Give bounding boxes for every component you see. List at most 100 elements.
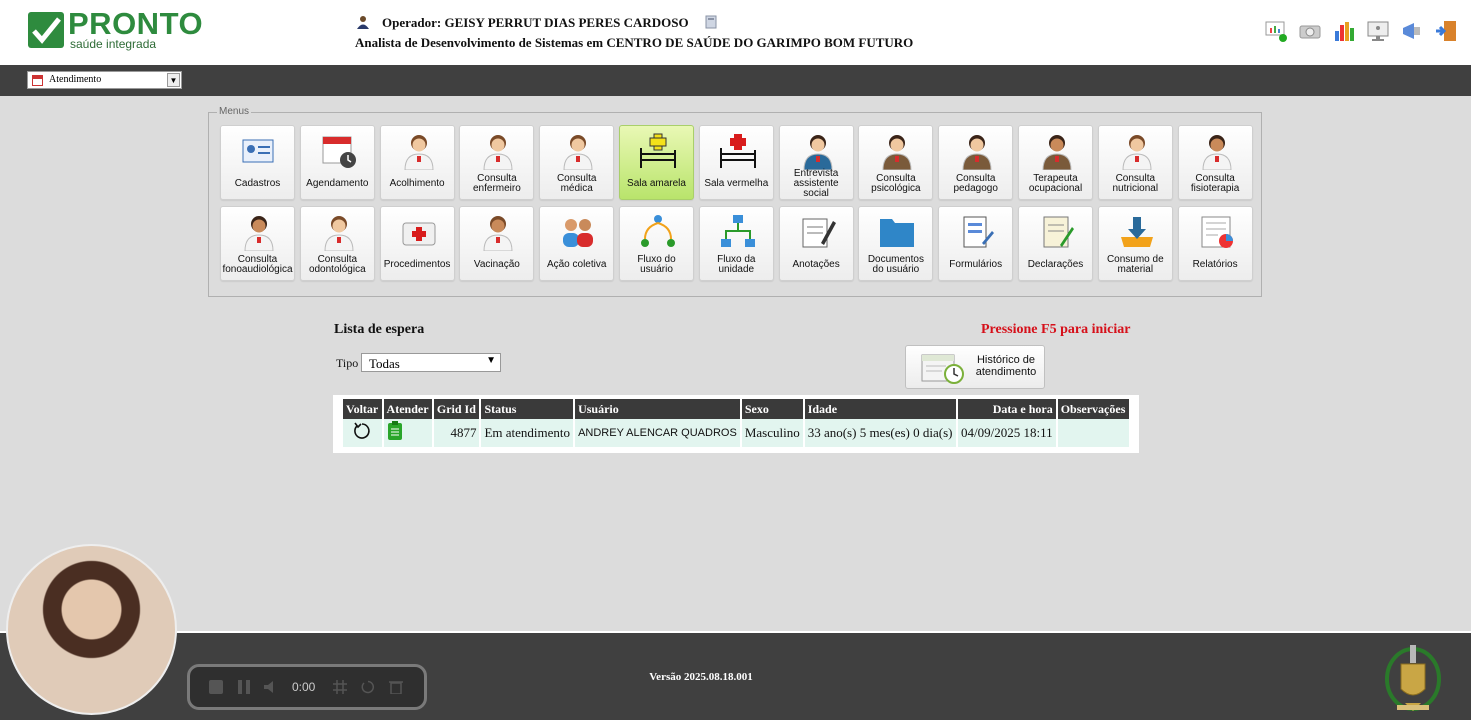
history-button[interactable]: Histórico de atendimento — [905, 345, 1045, 389]
megaphone-icon[interactable] — [1400, 19, 1424, 43]
notes-pencil-icon — [799, 213, 837, 251]
menu-tile-label: Consulta fonoaudiológica — [222, 254, 293, 275]
presentation-chart-icon[interactable] — [1264, 19, 1288, 43]
chevron-down-icon[interactable]: ▼ — [167, 73, 180, 87]
menu-tile-vacinacao[interactable]: Vacinação — [459, 206, 535, 281]
atender-cell[interactable] — [383, 419, 432, 447]
module-select[interactable]: Atendimento ▼ — [27, 71, 182, 89]
menu-tile-consulta-medica[interactable]: Consulta médica — [539, 125, 615, 200]
menu-tile-consulta-fisioterapia[interactable]: Consulta fisioterapia — [1177, 125, 1253, 200]
voltar-cell[interactable] — [343, 419, 382, 447]
menu-tile-label: Consulta nutricional — [1112, 173, 1159, 194]
menu-tile-sala-amarela[interactable]: Sala amarela — [619, 125, 694, 200]
menu-tile-terapeuta-ocupacional[interactable]: Terapeuta ocupacional — [1018, 125, 1093, 200]
menu-tile-procedimentos[interactable]: Procedimentos — [379, 206, 455, 281]
menu-tile-consumo-de-material[interactable]: Consumo de material — [1097, 206, 1173, 281]
table-header-row: Voltar Atender Grid Id Status Usuário Se… — [343, 399, 1129, 419]
pause-icon[interactable] — [236, 679, 252, 695]
mute-icon[interactable] — [264, 679, 280, 695]
physiotherapist-icon — [1198, 132, 1236, 170]
restart-icon[interactable] — [360, 679, 376, 695]
top-toolbar — [1264, 19, 1458, 43]
menu-tile-documentos-do-usuario[interactable]: Documentos do usuário — [858, 206, 934, 281]
menu-tile-label: Ação coletiva — [546, 259, 607, 270]
doctor-icon — [559, 132, 597, 170]
menu-tile-declaracoes[interactable]: Declarações — [1018, 206, 1093, 281]
clipboard-icon[interactable] — [387, 421, 403, 444]
menu-tile-formularios[interactable]: Formulários — [938, 206, 1014, 281]
menu-tile-label: Formulários — [949, 259, 1003, 270]
monitor-info-icon[interactable] — [1366, 19, 1390, 43]
coat-of-arms-icon — [1383, 639, 1443, 717]
dentist-icon — [320, 213, 358, 251]
tipo-select-value: Todas — [369, 356, 400, 371]
f5-notice: Pressione F5 para iniciar — [981, 322, 1131, 337]
bed-red-cross-icon — [719, 132, 757, 170]
unit-flow-icon — [719, 213, 757, 251]
operator-name: Operador: GEISY PERRUT DIAS PERES CARDOS… — [382, 15, 689, 30]
menu-tile-label: Agendamento — [306, 178, 369, 189]
menu-tile-label: Terapeuta ocupacional — [1028, 173, 1083, 194]
menu-tile-sala-vermelha[interactable]: Sala vermelha — [698, 125, 774, 200]
menu-tile-label: Consulta fisioterapia — [1190, 173, 1240, 194]
menu-tile-consulta-enfermeiro[interactable]: Consulta enfermeiro — [459, 125, 535, 200]
idade-cell: 33 ano(s) 5 mes(es) 0 dia(s) — [804, 419, 957, 447]
check-logo-icon — [28, 12, 64, 48]
trash-icon[interactable] — [388, 679, 404, 695]
stop-icon[interactable] — [208, 679, 224, 695]
grid-id-cell: 4877 — [433, 419, 480, 447]
menu-tile-label: Vacinação — [473, 259, 520, 270]
grid-icon[interactable] — [332, 679, 348, 695]
logout-door-icon[interactable] — [1434, 19, 1458, 43]
col-idade[interactable]: Idade — [804, 399, 957, 419]
col-grid-id[interactable]: Grid Id — [433, 399, 480, 419]
menu-tile-acao-coletiva[interactable]: Ação coletiva — [539, 206, 615, 281]
col-atender[interactable]: Atender — [383, 399, 432, 419]
menu-tile-agendamento[interactable]: Agendamento — [299, 125, 375, 200]
menu-tile-entrevista-assistente-social[interactable]: Entrevista assistente social — [778, 125, 854, 200]
undo-icon[interactable] — [352, 422, 372, 444]
nutritionist-icon — [1118, 132, 1156, 170]
report-icon — [1198, 213, 1236, 251]
pronto-logo[interactable]: PRONTO saúde integrada — [28, 6, 228, 54]
menu-tile-acolhimento[interactable]: Acolhimento — [379, 125, 455, 200]
menu-tile-consulta-pedagogo[interactable]: Consulta pedagogo — [938, 125, 1014, 200]
menu-tile-label: Cadastros — [234, 178, 281, 189]
col-voltar[interactable]: Voltar — [343, 399, 382, 419]
table-row[interactable]: 4877 Em atendimento ANDREY ALENCAR QUADR… — [343, 419, 1129, 447]
vaccine-nurse-icon — [479, 213, 517, 251]
col-usuario[interactable]: Usuário — [575, 399, 740, 419]
menu-tile-relatorios[interactable]: Relatórios — [1177, 206, 1253, 281]
menu-tile-consulta-fonoaudiologica[interactable]: Consulta fonoaudiológica — [220, 206, 295, 281]
bar-chart-icon[interactable] — [1332, 19, 1356, 43]
col-observacoes[interactable]: Observações — [1057, 399, 1129, 419]
menu-tile-consulta-psicologica[interactable]: Consulta psicológica — [858, 125, 934, 200]
col-status[interactable]: Status — [481, 399, 574, 419]
module-bar: Atendimento ▼ — [0, 65, 1471, 96]
user-icon — [356, 15, 370, 29]
menu-tile-cadastros[interactable]: Cadastros — [220, 125, 295, 200]
male-nurse-icon — [479, 132, 517, 170]
menu-tile-label: Consumo de material — [1106, 254, 1164, 275]
id-badge-icon[interactable] — [704, 15, 718, 29]
col-data-hora[interactable]: Data e hora — [958, 399, 1056, 419]
speech-therapist-icon — [240, 213, 278, 251]
folder-icon — [878, 213, 916, 251]
col-sexo[interactable]: Sexo — [741, 399, 803, 419]
menu-tile-label: Consulta pedagogo — [953, 173, 998, 194]
menu-tile-consulta-odontologica[interactable]: Consulta odontológica — [299, 206, 375, 281]
menu-tile-fluxo-do-usuario[interactable]: Fluxo do usuário — [619, 206, 694, 281]
menu-tile-anotacoes[interactable]: Anotações — [778, 206, 854, 281]
menu-tile-label: Relatórios — [1192, 259, 1238, 270]
menu-tile-consulta-nutricional[interactable]: Consulta nutricional — [1097, 125, 1173, 200]
menu-tile-fluxo-da-unidade[interactable]: Fluxo da unidade — [698, 206, 774, 281]
menu-tile-label: Declarações — [1027, 259, 1084, 270]
nurse-icon — [400, 132, 438, 170]
tipo-select[interactable]: Todas ▼ — [361, 353, 501, 372]
presenter-avatar — [6, 544, 177, 715]
user-flow-icon — [639, 213, 677, 251]
camera-icon[interactable] — [1298, 19, 1322, 43]
tipo-label: Tipo — [336, 356, 359, 370]
recording-time: 0:00 — [292, 680, 316, 694]
menu-tile-label: Procedimentos — [383, 259, 451, 270]
